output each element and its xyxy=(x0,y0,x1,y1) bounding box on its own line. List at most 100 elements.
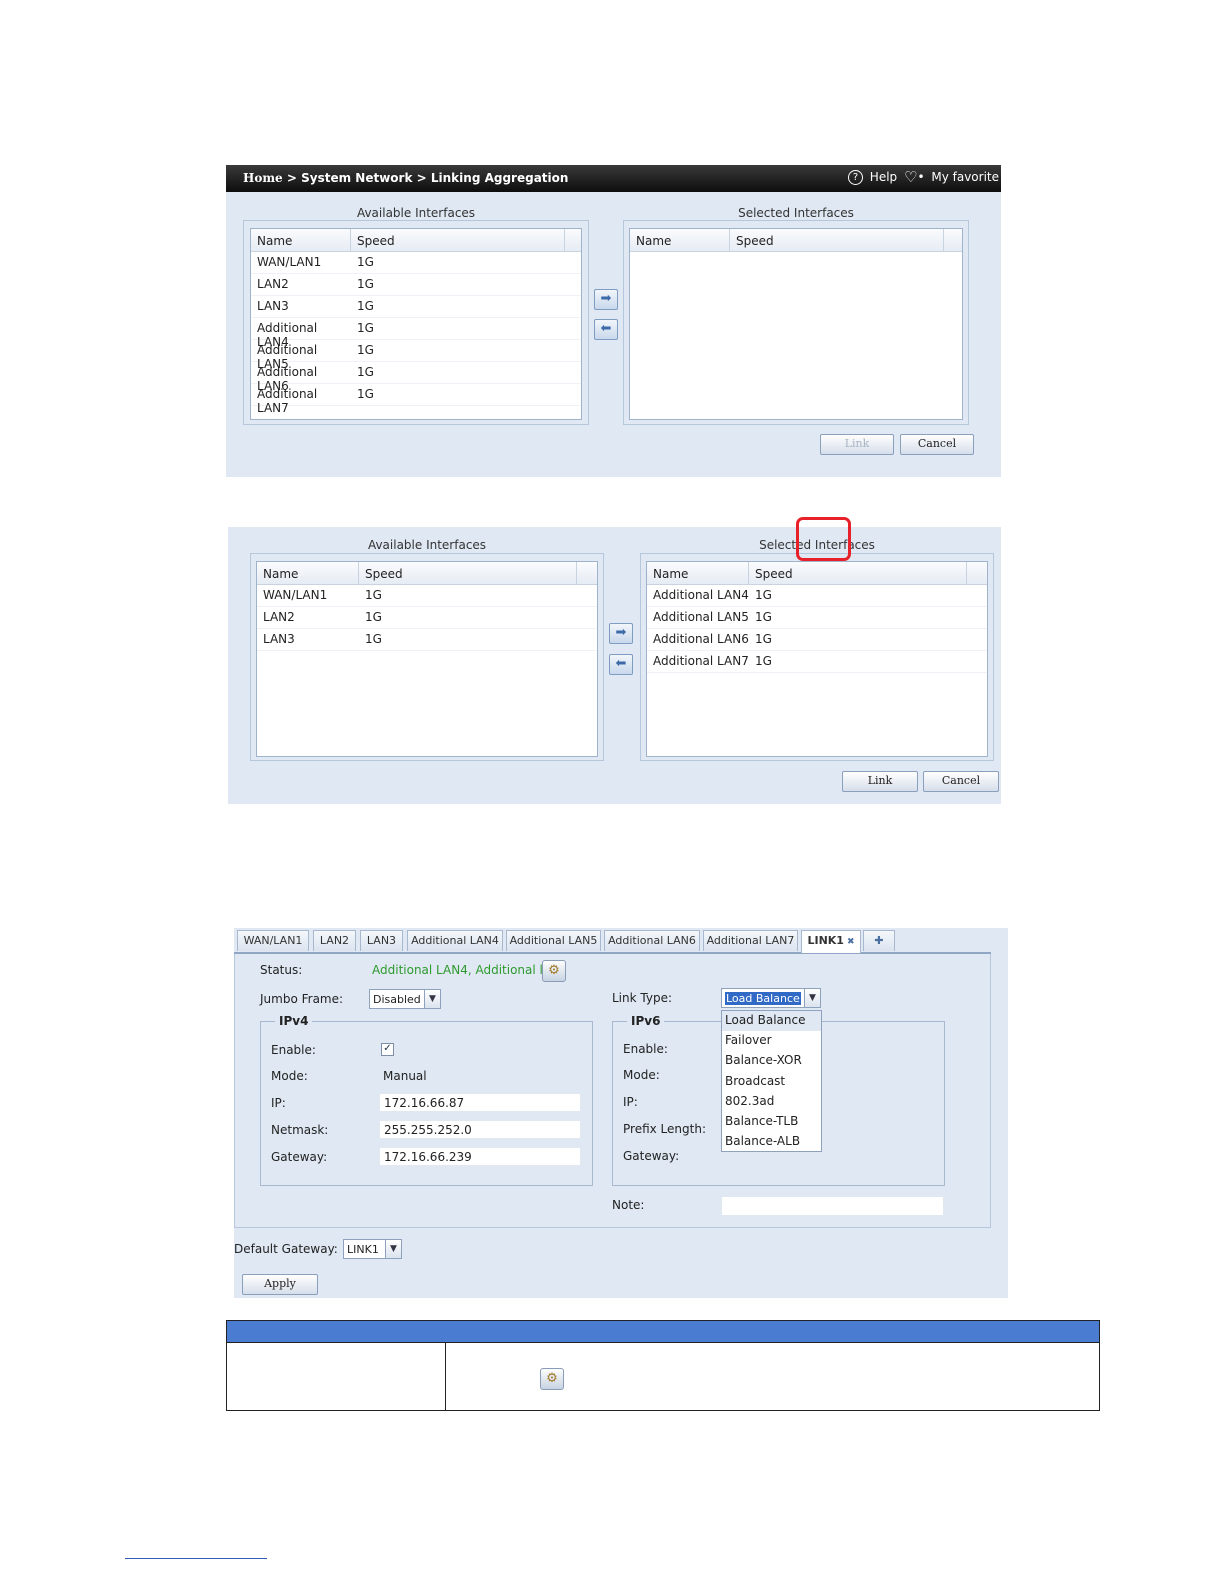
table-row[interactable]: Additional LAN6 1G xyxy=(251,362,581,393)
ipv4-gateway-field[interactable]: 172.16.66.239 xyxy=(379,1147,581,1166)
interface-speed-cell: 1G xyxy=(755,654,772,668)
selected-interfaces-grid: Name Speed Additional LAN4 1G Additional L… xyxy=(646,561,988,757)
ipv4-ip-field[interactable]: 172.16.66.87 xyxy=(379,1093,581,1112)
table-row[interactable]: LAN3 1G xyxy=(251,296,581,318)
interface-name-cell: Additional LAN7 xyxy=(257,387,318,415)
interface-name-cell: Additional LAN5 xyxy=(257,343,318,371)
table-row[interactable]: LAN3 1G xyxy=(257,629,597,651)
link-button[interactable]: Link xyxy=(842,771,918,792)
link-type-select[interactable]: Load Balance ▼ xyxy=(721,988,821,1008)
ipv4-netmask-field[interactable]: 255.255.252.0 xyxy=(379,1120,581,1139)
column-header-speed[interactable]: Speed xyxy=(730,229,944,251)
move-right-button[interactable]: ➡ xyxy=(594,289,618,310)
move-left-button[interactable]: ⬅ xyxy=(594,319,618,340)
question-circle-icon[interactable]: ? xyxy=(847,170,863,185)
column-header-name[interactable]: Name xyxy=(630,229,730,251)
link-button[interactable]: Link xyxy=(820,434,894,455)
breadcrumb-section[interactable]: System Network xyxy=(301,171,412,185)
interface-speed-cell: 1G xyxy=(755,632,772,646)
jumbo-frame-select[interactable]: Disabled ▼ xyxy=(369,989,441,1009)
link-type-dropdown: Load Balance Failover Balance-XOR Broadc… xyxy=(721,1010,822,1152)
column-header-name[interactable]: Name xyxy=(251,229,351,251)
ipv6-gateway-label: Gateway: xyxy=(623,1149,680,1163)
cancel-button[interactable]: Cancel xyxy=(923,771,999,792)
ipv4-enable-label: Enable: xyxy=(271,1043,316,1057)
interface-speed-cell: 1G xyxy=(365,632,382,646)
link-type-option[interactable]: Broadcast xyxy=(722,1072,821,1092)
ipv4-enable-checkbox[interactable]: ✓ xyxy=(381,1043,394,1056)
table-column-divider xyxy=(445,1343,446,1410)
tab-link1[interactable]: LINK1 ✖ xyxy=(801,930,861,953)
link-type-option[interactable]: 802.3ad xyxy=(722,1092,821,1112)
ipv4-mode-label: Mode: xyxy=(271,1069,308,1083)
ipv6-ip-label: IP: xyxy=(623,1095,638,1109)
cancel-button[interactable]: Cancel xyxy=(900,434,974,455)
jumbo-frame-label: Jumbo Frame: xyxy=(260,992,344,1006)
interface-speed-cell: 1G xyxy=(357,365,374,379)
column-header-speed[interactable]: Speed xyxy=(749,562,967,584)
table-row[interactable]: LAN2 1G xyxy=(251,274,581,296)
link-type-option[interactable]: Balance-XOR xyxy=(722,1051,821,1071)
default-gateway-select[interactable]: LINK1 ▼ xyxy=(343,1239,402,1259)
column-header-name[interactable]: Name xyxy=(647,562,749,584)
interface-speed-cell: 1G xyxy=(357,299,374,313)
link-type-option[interactable]: Balance-TLB xyxy=(722,1112,821,1132)
tab-lan2[interactable]: LAN2 xyxy=(313,930,356,951)
breadcrumb-home[interactable]: Home xyxy=(243,171,283,185)
available-interfaces-grid: Name Speed WAN/LAN1 1G LAN2 1G LAN3 1G Additio… xyxy=(250,228,582,420)
my-favorite-link[interactable]: My favorite xyxy=(931,170,999,184)
interface-name-cell: Additional LAN7 xyxy=(653,654,749,668)
ipv4-ip-label: IP: xyxy=(271,1096,286,1110)
tab-link1-label: LINK1 xyxy=(807,934,844,947)
heart-icon[interactable]: ♡ xyxy=(904,170,917,185)
tab-additional-lan6[interactable]: Additional LAN6 xyxy=(604,930,700,951)
note-field[interactable] xyxy=(721,1196,944,1216)
table-row[interactable]: LAN2 1G xyxy=(257,607,597,629)
ipv6-legend: IPv6 xyxy=(627,1014,665,1028)
table-row[interactable]: WAN/LAN1 1G xyxy=(251,252,581,274)
help-link[interactable]: Help xyxy=(870,170,897,184)
table-row[interactable]: Additional LAN7 1G xyxy=(251,384,581,415)
add-tab-button[interactable]: ✚ xyxy=(863,930,895,951)
link-type-option[interactable]: Failover xyxy=(722,1031,821,1051)
table-row[interactable]: Additional LAN4 1G xyxy=(647,585,987,607)
link-type-label: Link Type: xyxy=(612,991,672,1005)
interface-name-cell: WAN/LAN1 xyxy=(263,588,328,602)
column-header-speed[interactable]: Speed xyxy=(351,229,565,251)
arrow-right-icon: ➡ xyxy=(600,291,612,306)
apply-button[interactable]: Apply xyxy=(242,1274,318,1295)
column-header-speed[interactable]: Speed xyxy=(359,562,577,584)
ipv6-enable-label: Enable: xyxy=(623,1042,668,1056)
link-type-option[interactable]: Load Balance xyxy=(722,1011,821,1032)
tab-additional-lan7[interactable]: Additional LAN7 xyxy=(703,930,798,951)
move-left-button[interactable]: ⬅ xyxy=(609,654,633,675)
tab-additional-lan4[interactable]: Additional LAN4 xyxy=(407,930,503,951)
close-icon[interactable]: ✖ xyxy=(847,932,855,952)
link-type-option[interactable]: Balance-ALB xyxy=(722,1132,821,1152)
plus-icon: ✚ xyxy=(874,934,884,947)
interface-name-cell: LAN3 xyxy=(257,299,289,313)
tab-additional-lan5[interactable]: Additional LAN5 xyxy=(506,930,601,951)
interface-name-cell: LAN2 xyxy=(263,610,295,624)
table-row[interactable]: Additional LAN5 1G xyxy=(647,607,987,629)
column-header-name[interactable]: Name xyxy=(257,562,359,584)
breadcrumb: Home > System Network > Linking Aggregat… xyxy=(243,171,568,185)
interface-speed-cell: 1G xyxy=(357,321,374,335)
table-row[interactable]: Additional LAN6 1G xyxy=(647,629,987,651)
tab-lan3[interactable]: LAN3 xyxy=(360,930,403,951)
tab-wan-lan1[interactable]: WAN/LAN1 xyxy=(237,930,309,951)
interface-speed-cell: 1G xyxy=(755,610,772,624)
interface-name-cell: LAN2 xyxy=(257,277,289,291)
table-row[interactable]: Additional LAN7 1G xyxy=(647,651,987,673)
configure-button[interactable]: ⚙ xyxy=(542,960,566,982)
interface-speed-cell: 1G xyxy=(365,610,382,624)
top-bar: Home > System Network > Linking Aggregat… xyxy=(226,165,1001,192)
available-interfaces-title: Available Interfaces xyxy=(356,206,476,220)
move-right-button[interactable]: ➡ xyxy=(609,623,633,644)
table-row[interactable]: Additional LAN5 1G xyxy=(251,340,581,371)
jumbo-frame-value: Disabled xyxy=(373,993,421,1006)
table-row[interactable]: Additional LAN4 1G xyxy=(251,318,581,349)
table-row[interactable]: WAN/LAN1 1G xyxy=(257,585,597,607)
interface-name-cell: Additional LAN6 xyxy=(653,632,749,646)
highlight-annotation xyxy=(796,517,851,561)
